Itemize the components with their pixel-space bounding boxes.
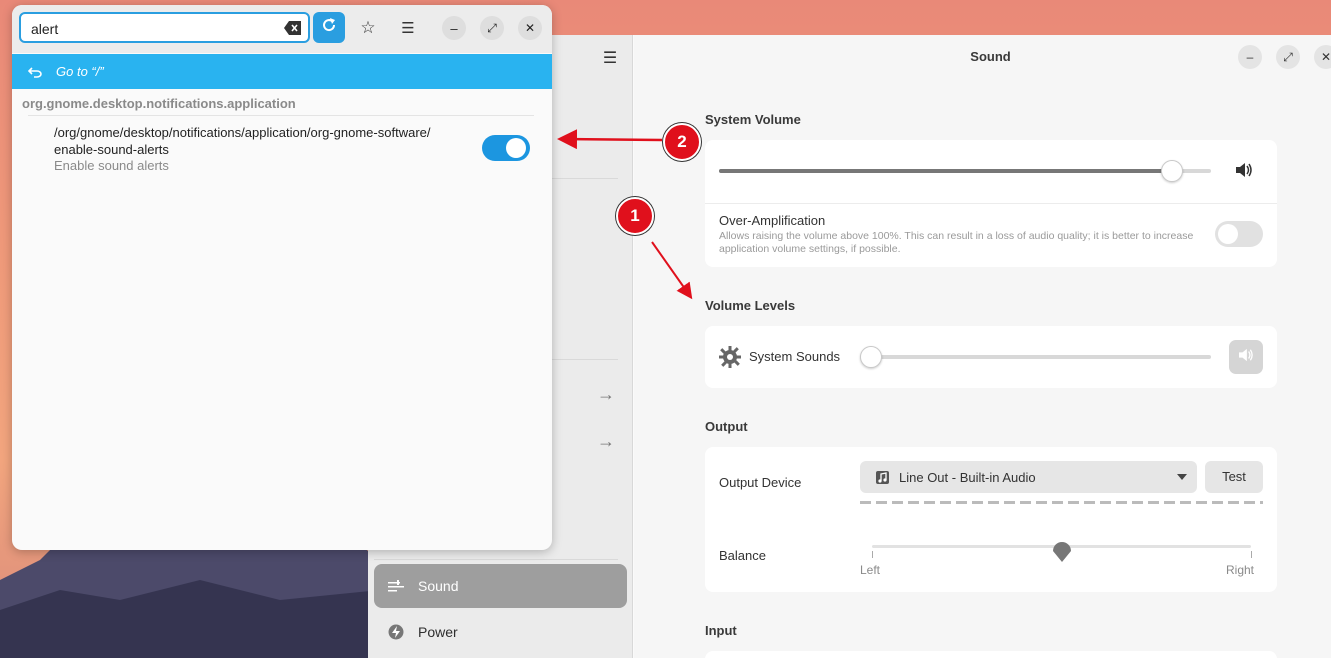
power-icon xyxy=(388,624,404,640)
return-arrow-icon xyxy=(28,66,42,78)
over-amplification-description: Allows raising the volume above 100%. Th… xyxy=(719,230,1194,255)
star-icon: ☆ xyxy=(360,18,376,37)
enable-sound-alerts-toggle[interactable] xyxy=(482,135,530,161)
slider-handle[interactable] xyxy=(1160,160,1183,182)
arrow-right-icon[interactable]: → xyxy=(596,384,616,404)
refresh-icon xyxy=(321,17,337,38)
sound-icon xyxy=(388,578,404,594)
refresh-button[interactable] xyxy=(313,12,345,43)
volume-levels-title: Volume Levels xyxy=(705,298,796,313)
maximize-icon: ⤢ xyxy=(1283,49,1293,64)
sidebar-menu-button[interactable]: ☰ xyxy=(598,47,622,69)
key-path-part: enable-sound-alerts xyxy=(54,142,169,157)
balance-left-label: Left xyxy=(860,563,881,577)
balance-tick xyxy=(1251,551,1252,558)
annotation-badge-2: 2 xyxy=(663,123,701,161)
sidebar-item-label: Sound xyxy=(418,578,459,594)
input-card xyxy=(705,651,1277,658)
music-note-icon xyxy=(876,470,889,484)
hamburger-icon: ☰ xyxy=(401,20,415,37)
minimize-button[interactable]: – xyxy=(1238,45,1262,69)
page-title: Sound xyxy=(970,49,1011,64)
speaker-icon xyxy=(1238,348,1254,367)
volume-levels-card: System Sounds xyxy=(705,326,1277,388)
goto-label: Go to “/” xyxy=(56,64,104,79)
over-amplification-label: Over-Amplification xyxy=(719,213,826,228)
output-device-value: Line Out - Built-in Audio xyxy=(899,469,1036,485)
sidebar-item-label: Power xyxy=(418,624,458,640)
balance-tick xyxy=(872,551,873,558)
maximize-button[interactable]: ⤢ xyxy=(1276,45,1300,69)
balance-handle[interactable] xyxy=(1051,537,1073,563)
hamburger-icon: ☰ xyxy=(602,50,618,67)
dconf-editor-window: ☆ ☰ – ⤢ ✕ Go to “/” org.gnome.desktop.no… xyxy=(12,5,552,550)
key-path: /org/gnome/desktop/notifications/applica… xyxy=(54,124,494,158)
level-meter xyxy=(860,501,1263,504)
system-sounds-label: System Sounds xyxy=(749,349,841,364)
sidebar-item-power[interactable]: Power xyxy=(374,610,627,654)
test-button[interactable]: Test xyxy=(1205,461,1263,493)
key-description: Enable sound alerts xyxy=(54,158,169,173)
minimize-icon: – xyxy=(1246,50,1254,64)
system-sounds-slider[interactable] xyxy=(871,355,1211,359)
output-card: Output Device Line Out - Built-in Audio … xyxy=(705,447,1277,592)
dconf-header-bar: ☆ ☰ – ⤢ ✕ xyxy=(12,5,552,53)
bookmark-button[interactable]: ☆ xyxy=(356,16,380,40)
settings-content: Sound – ⤢ ✕ System Volume Over-Amplifica… xyxy=(634,35,1331,658)
slider-fill xyxy=(719,169,1172,173)
search-field[interactable] xyxy=(19,12,310,43)
system-volume-card: Over-Amplification Allows raising the vo… xyxy=(705,140,1277,267)
close-icon: ✕ xyxy=(1320,50,1331,64)
speaker-icon[interactable] xyxy=(1235,162,1253,183)
arrow-right-icon[interactable]: → xyxy=(596,431,616,451)
output-title: Output xyxy=(705,419,748,434)
dropdown-arrow-icon xyxy=(1177,474,1187,480)
maximize-icon: ⤢ xyxy=(487,20,497,35)
system-volume-slider[interactable] xyxy=(719,169,1211,173)
close-button[interactable]: ✕ xyxy=(518,16,542,40)
balance-label: Balance xyxy=(719,548,766,563)
slider-handle[interactable] xyxy=(860,346,882,368)
system-volume-title: System Volume xyxy=(705,112,801,127)
key-path-part: /org/gnome/desktop/notifications/applica… xyxy=(54,125,431,140)
gear-icon xyxy=(719,346,741,373)
close-button[interactable]: ✕ xyxy=(1314,45,1331,69)
schema-header: org.gnome.desktop.notifications.applicat… xyxy=(22,96,296,111)
output-device-select[interactable]: Line Out - Built-in Audio xyxy=(860,461,1197,493)
goto-root-row[interactable]: Go to “/” xyxy=(12,54,552,89)
minimize-icon: – xyxy=(450,20,458,36)
sidebar-divider xyxy=(374,559,618,560)
toggle-knob xyxy=(1218,224,1238,244)
minimize-button[interactable]: – xyxy=(442,16,466,40)
close-icon: ✕ xyxy=(524,21,536,35)
over-amplification-toggle[interactable] xyxy=(1215,221,1263,247)
balance-right-label: Right xyxy=(1226,563,1255,577)
clear-search-icon[interactable] xyxy=(284,20,302,36)
sidebar-item-sound[interactable]: Sound xyxy=(374,564,627,608)
input-title: Input xyxy=(705,623,737,638)
card-divider xyxy=(705,203,1277,204)
toggle-knob xyxy=(506,138,526,158)
search-input[interactable] xyxy=(31,18,271,39)
schema-divider xyxy=(28,115,534,116)
output-device-label: Output Device xyxy=(719,475,802,490)
annotation-badge-1: 1 xyxy=(616,197,654,235)
menu-button[interactable]: ☰ xyxy=(396,16,420,40)
mute-button[interactable] xyxy=(1229,340,1263,374)
maximize-button[interactable]: ⤢ xyxy=(480,16,504,40)
